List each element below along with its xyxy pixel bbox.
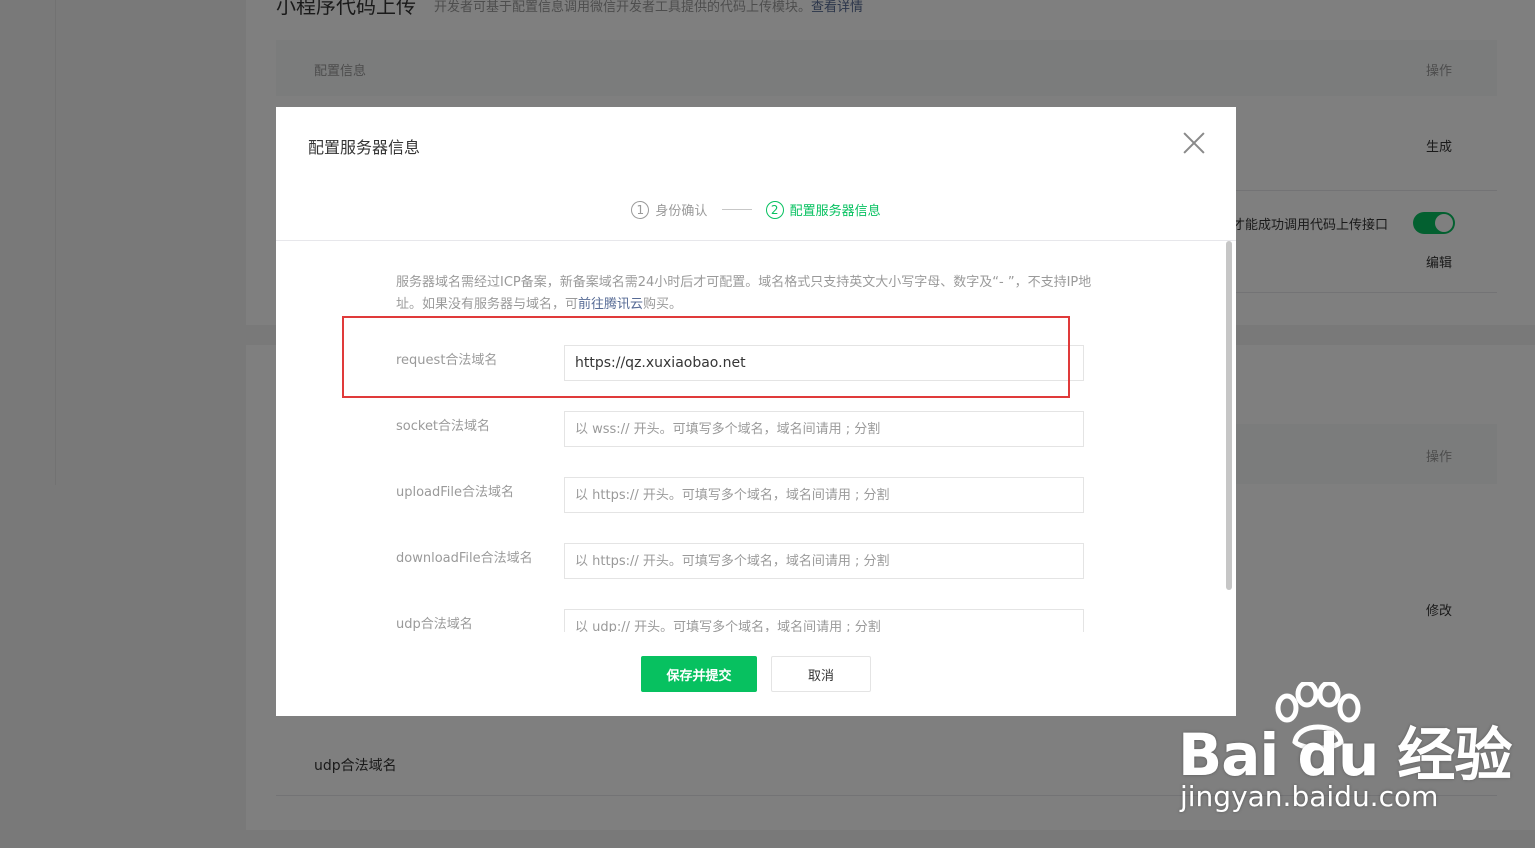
dialog-title: 配置服务器信息: [308, 138, 421, 157]
udp-domain-input[interactable]: [564, 609, 1084, 632]
udp-domain-row: udp合法域名: [396, 609, 1096, 632]
dialog-body: 服务器域名需经过ICP备案，新备案域名需24小时后才可配置。域名格式只支持英文大…: [276, 241, 1236, 632]
step-identity: 1 身份确认: [631, 200, 707, 219]
socket-domain-input[interactable]: [564, 411, 1084, 447]
step-number: 1: [631, 200, 650, 219]
save-submit-button[interactable]: 保存并提交: [641, 656, 757, 692]
domain-notice: 服务器域名需经过ICP备案，新备案域名需24小时后才可配置。域名格式只支持英文大…: [396, 275, 1092, 312]
close-icon[interactable]: [1182, 131, 1206, 155]
cancel-button[interactable]: 取消: [771, 656, 871, 692]
step-connector: [721, 209, 752, 210]
watermark-url: jingyan.baidu.com: [1180, 780, 1439, 813]
downloadfile-domain-input[interactable]: [564, 543, 1084, 579]
step-number: 2: [765, 200, 784, 219]
server-config-dialog: 配置服务器信息 1 身份确认 2 配置服务器信息 服务器域名需经过ICP备案，新…: [276, 107, 1236, 716]
udp-domain-label: udp合法域名: [396, 617, 473, 632]
uploadfile-domain-input[interactable]: [564, 477, 1084, 513]
tencent-cloud-link[interactable]: 前往腾讯云: [578, 297, 643, 312]
baidu-watermark: Bai du 经验 jingyan.baidu.com: [1178, 682, 1512, 822]
socket-domain-row: socket合法域名: [396, 411, 1096, 447]
request-domain-input[interactable]: [564, 345, 1084, 381]
downloadfile-domain-label: downloadFile合法域名: [396, 551, 533, 566]
socket-domain-label: socket合法域名: [396, 419, 491, 434]
step-indicator: 1 身份确认 2 配置服务器信息: [276, 200, 1236, 219]
request-domain-label: request合法域名: [396, 353, 498, 368]
uploadfile-domain-label: uploadFile合法域名: [396, 485, 515, 500]
request-domain-row: request合法域名: [396, 345, 1096, 381]
step-label: 身份确认: [655, 204, 708, 219]
downloadfile-domain-row: downloadFile合法域名: [396, 543, 1096, 579]
dialog-scrollbar[interactable]: [1226, 241, 1232, 590]
step-server-config: 2 配置服务器信息: [765, 200, 881, 219]
uploadfile-domain-row: uploadFile合法域名: [396, 477, 1096, 513]
step-label: 配置服务器信息: [789, 204, 881, 219]
